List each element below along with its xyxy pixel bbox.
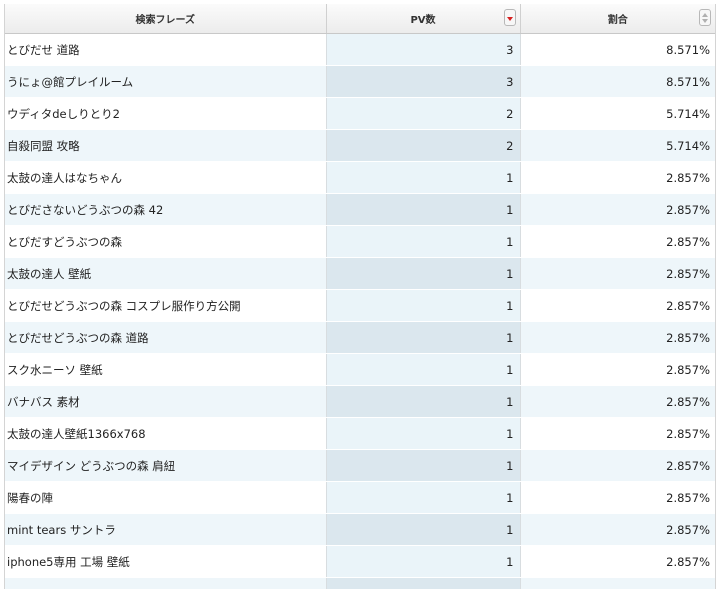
cell-search-phrase: とびだせどうぶつの森 コスプレ服作り方公開 (5, 289, 326, 322)
cell-ratio: 5.714% (520, 97, 715, 130)
cell-pv-count: 1 (325, 193, 521, 226)
cell-ratio: 2.857% (520, 289, 715, 322)
cell-search-phrase: 太鼓の達人 壁紙 (5, 257, 326, 290)
cell-pv-count: 3 (325, 33, 521, 66)
cell-pv-count: 1 (325, 353, 521, 386)
table-row[interactable]: とびだすどうぶつの森 1 2.857% (5, 225, 715, 258)
table-row[interactable]: 太鼓の達人はなちゃん 1 2.857% (5, 161, 715, 194)
cell-search-phrase: とびださないどうぶつの森 42 (5, 193, 326, 226)
data-table: 検索フレーズ PV数 割合 とびだせ 道路 3 8.571% うにょ@館プレイルーム 3… (5, 4, 715, 589)
cell-pv-count: 2 (325, 129, 521, 162)
table-row[interactable]: スク水ニーソ 壁紙 1 2.857% (5, 353, 715, 386)
cell-pv-count: 1 (325, 385, 521, 418)
cell-ratio: 2.857% (520, 225, 715, 258)
column-header-label: PV数 (410, 15, 436, 26)
cell-ratio: 2.857% (520, 481, 715, 514)
cell-pv-count: 1 (325, 225, 521, 258)
cell-pv-count: 1 (325, 481, 521, 514)
cell-ratio: 5.714% (520, 129, 715, 162)
table-row[interactable]: iphone5専用 工場 壁紙 1 2.857% (5, 545, 715, 578)
cell-search-phrase: とびだすどうぶつの森 (5, 225, 326, 258)
table-row[interactable]: とびだせどうぶつの森 コスプレ服作り方公開 1 2.857% (5, 289, 715, 322)
cell-search-phrase: 自殺同盟 攻略 (5, 129, 326, 162)
cell-ratio: 2.857% (520, 193, 715, 226)
cell-search-phrase: マイデザイン どうぶつの森 肩紐 (5, 449, 326, 482)
cell-search-phrase: バナバス 素材 (5, 385, 326, 418)
cell-ratio (520, 577, 715, 589)
cell-ratio: 2.857% (520, 385, 715, 418)
sort-toggle-icon[interactable] (699, 9, 711, 26)
column-header-label: 割合 (607, 15, 628, 26)
table-row[interactable]: 陽春の陣 1 2.857% (5, 481, 715, 514)
cell-pv-count: 1 (325, 417, 521, 450)
cell-search-phrase (5, 577, 326, 589)
sort-descending-icon[interactable] (503, 9, 516, 26)
cell-pv-count (325, 577, 521, 589)
table-row[interactable]: 自殺同盟 攻略 2 5.714% (5, 129, 715, 162)
cell-ratio: 2.857% (520, 161, 715, 194)
column-header-ratio[interactable]: 割合 (520, 4, 715, 34)
table-row[interactable]: うにょ@館プレイルーム 3 8.571% (5, 65, 715, 98)
cell-ratio: 2.857% (520, 257, 715, 290)
table-row[interactable]: mint tears サントラ 1 2.857% (5, 513, 715, 546)
header-row: 検索フレーズ PV数 割合 (5, 4, 715, 34)
cell-pv-count: 1 (325, 257, 521, 290)
cell-pv-count: 1 (325, 545, 521, 578)
cell-pv-count: 1 (325, 161, 521, 194)
cell-ratio: 2.857% (520, 353, 715, 386)
cell-search-phrase: うにょ@館プレイルーム (5, 65, 326, 98)
table-row[interactable]: 太鼓の達人壁紙1366x768 1 2.857% (5, 417, 715, 450)
column-header-pv[interactable]: PV数 (326, 4, 521, 34)
cell-pv-count: 2 (325, 97, 521, 130)
cell-search-phrase: ウディタdeしりとり2 (5, 97, 326, 130)
cell-ratio: 2.857% (520, 545, 715, 578)
table-row[interactable]: とびだせどうぶつの森 道路 1 2.857% (5, 321, 715, 354)
table-row[interactable] (5, 577, 715, 589)
cell-pv-count: 1 (325, 321, 521, 354)
cell-search-phrase: 陽春の陣 (5, 481, 326, 514)
cell-pv-count: 1 (325, 513, 521, 546)
cell-pv-count: 1 (325, 289, 521, 322)
table-row[interactable]: とびださないどうぶつの森 42 1 2.857% (5, 193, 715, 226)
cell-pv-count: 3 (325, 65, 521, 98)
cell-ratio: 8.571% (520, 65, 715, 98)
column-header-search-phrase[interactable]: 検索フレーズ (5, 4, 327, 34)
table-row[interactable]: バナバス 素材 1 2.857% (5, 385, 715, 418)
cell-search-phrase: 太鼓の達人壁紙1366x768 (5, 417, 326, 450)
table-row[interactable]: ウディタdeしりとり2 2 5.714% (5, 97, 715, 130)
cell-search-phrase: iphone5専用 工場 壁紙 (5, 545, 326, 578)
cell-search-phrase: mint tears サントラ (5, 513, 326, 546)
cell-search-phrase: とびだせ 道路 (5, 33, 326, 66)
cell-search-phrase: スク水ニーソ 壁紙 (5, 353, 326, 386)
column-header-label: 検索フレーズ (135, 15, 196, 26)
table-row[interactable]: とびだせ 道路 3 8.571% (5, 33, 715, 66)
table-row[interactable]: 太鼓の達人 壁紙 1 2.857% (5, 257, 715, 290)
cell-ratio: 2.857% (520, 321, 715, 354)
cell-search-phrase: とびだせどうぶつの森 道路 (5, 321, 326, 354)
table-row[interactable]: マイデザイン どうぶつの森 肩紐 1 2.857% (5, 449, 715, 482)
cell-ratio: 2.857% (520, 513, 715, 546)
search-phrase-table: 検索フレーズ PV数 割合 とびだせ 道路 3 8.571% うにょ@館プレイルーム 3… (4, 4, 716, 589)
cell-ratio: 2.857% (520, 417, 715, 450)
cell-ratio: 8.571% (520, 33, 715, 66)
cell-ratio: 2.857% (520, 449, 715, 482)
cell-pv-count: 1 (325, 449, 521, 482)
cell-search-phrase: 太鼓の達人はなちゃん (5, 161, 326, 194)
